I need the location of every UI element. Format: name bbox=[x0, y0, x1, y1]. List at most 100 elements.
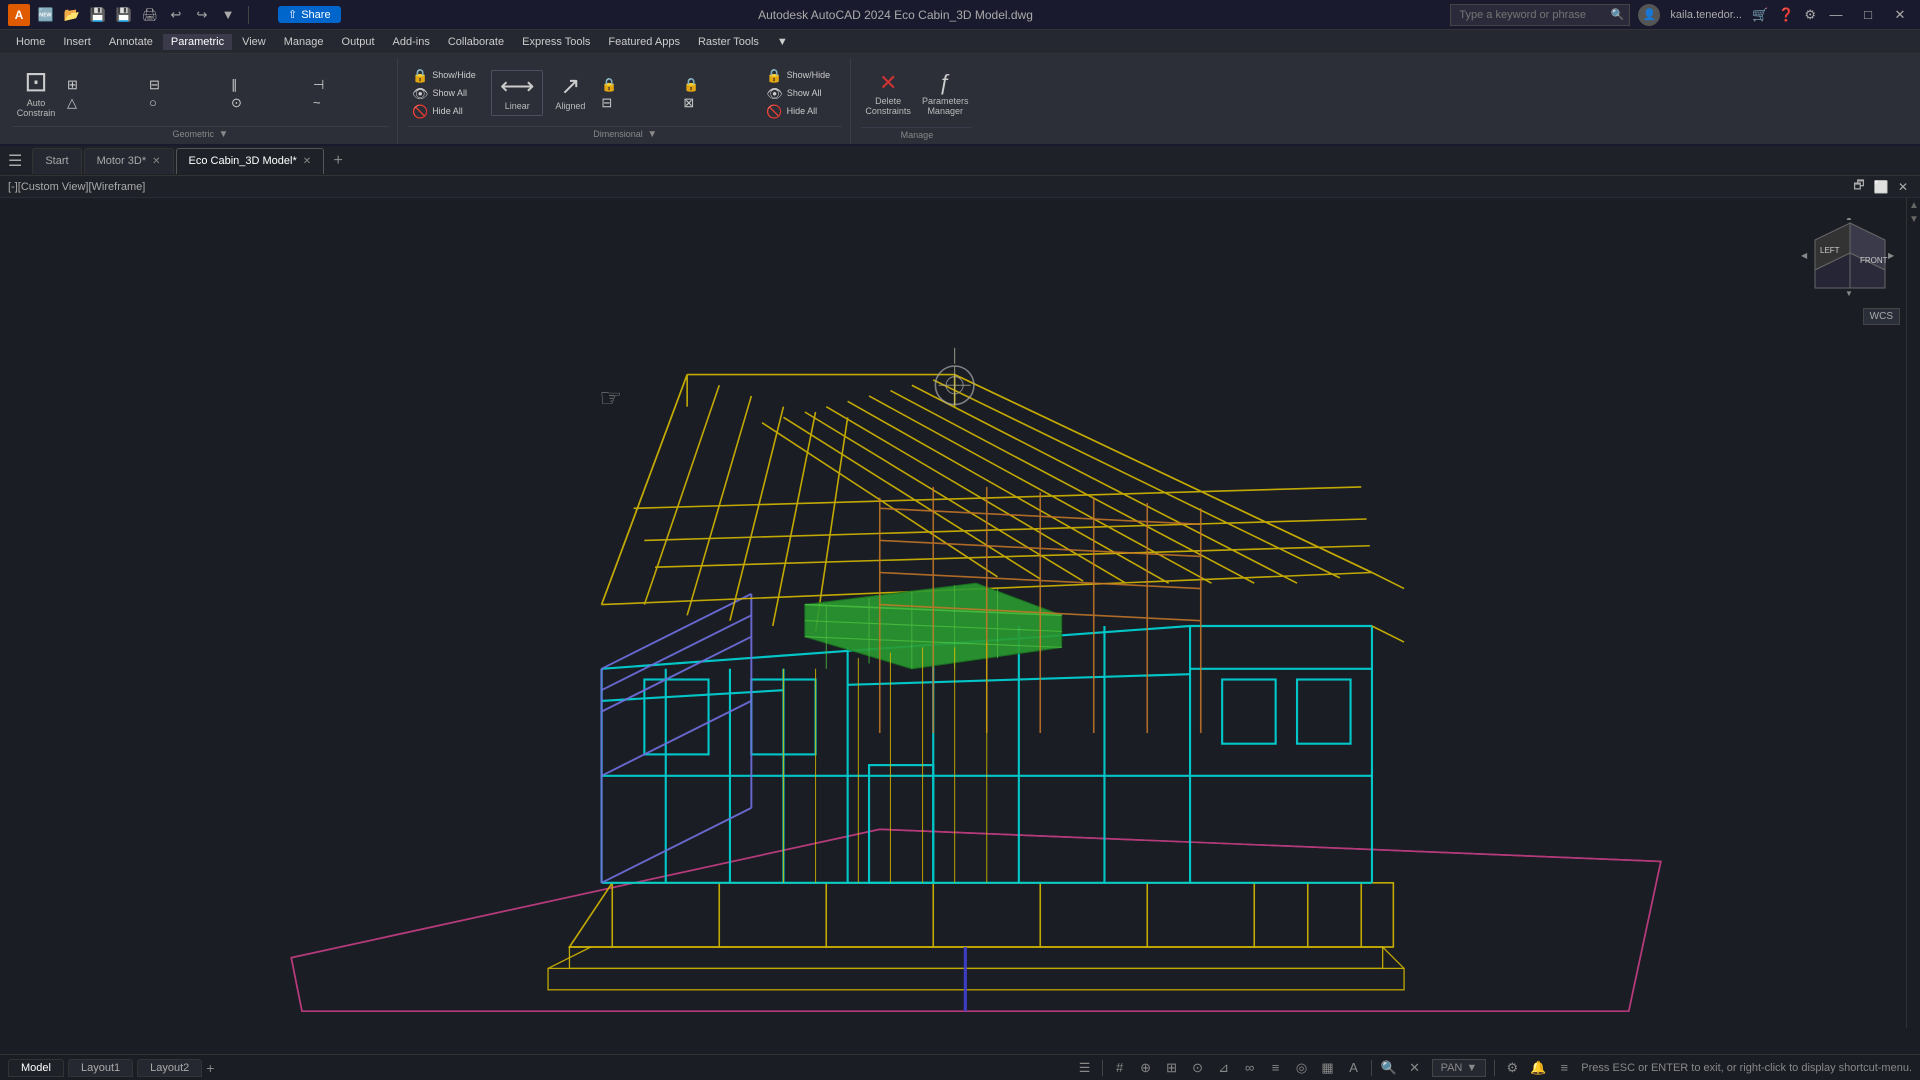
dimensional-expand-icon[interactable]: ▼ bbox=[647, 129, 657, 140]
ribbon-manage-buttons: ✕ DeleteConstraints ƒ ParametersManager bbox=[861, 60, 972, 127]
ribbon-dim-r3[interactable]: ⊟ bbox=[597, 94, 677, 111]
tab-motor3d-close[interactable]: ✕ bbox=[152, 156, 160, 167]
tab-motor3d[interactable]: Motor 3D* ✕ bbox=[84, 148, 174, 174]
qat-redo[interactable]: ↪ bbox=[192, 5, 212, 25]
pan-control[interactable]: PAN ▼ bbox=[1432, 1059, 1487, 1077]
search-filter-icon[interactable]: 🔍 bbox=[1380, 1059, 1398, 1077]
auto-constrain-icon: ⊡ bbox=[24, 68, 47, 96]
status-polar-icon[interactable]: ⊙ bbox=[1189, 1059, 1207, 1077]
ribbon-showall1[interactable]: 👁 Show All bbox=[408, 85, 488, 102]
view-restore[interactable]: 🗗 bbox=[1850, 178, 1868, 196]
status-workspace-icon[interactable]: ⚙ bbox=[1503, 1059, 1521, 1077]
status-grid-icon[interactable]: # bbox=[1111, 1059, 1129, 1077]
ribbon-geo-btn7[interactable]: ⊙ bbox=[227, 94, 307, 111]
qat-print[interactable]: 🖨 bbox=[140, 5, 160, 25]
ribbon-aligned[interactable]: ↗ Aligned bbox=[546, 73, 594, 113]
menu-output[interactable]: Output bbox=[334, 34, 383, 50]
status-more-icon[interactable]: ≡ bbox=[1555, 1059, 1573, 1077]
qat-open[interactable]: 📂 bbox=[62, 5, 82, 25]
close-button[interactable]: ✕ bbox=[1888, 5, 1912, 25]
menu-featuredapps[interactable]: Featured Apps bbox=[600, 34, 688, 50]
ribbon-showhide1[interactable]: 🔒 Show/Hide bbox=[408, 67, 488, 84]
ribbon-geo-btn8[interactable]: ~ bbox=[309, 94, 389, 111]
shopping-icon[interactable]: 🛒 bbox=[1752, 7, 1768, 23]
menu-rastertools[interactable]: Raster Tools bbox=[690, 34, 767, 50]
status-transparency-icon[interactable]: ◎ bbox=[1293, 1059, 1311, 1077]
status-otrack-icon[interactable]: ∞ bbox=[1241, 1059, 1259, 1077]
canvas-area[interactable]: ☞ FRONT LEFT ▲ ▶ ▼ ◀ WCS bbox=[0, 198, 1920, 1054]
ribbon-geo-btn4[interactable]: ⊣ bbox=[309, 76, 389, 93]
qat-dropdown[interactable]: ▼ bbox=[218, 5, 238, 25]
scroll-down-arrow[interactable]: ▼ bbox=[1907, 212, 1920, 226]
menu-insert[interactable]: Insert bbox=[55, 34, 99, 50]
settings-icon[interactable]: ⚙ bbox=[1804, 7, 1816, 23]
viewlabel: [-][Custom View][Wireframe] 🗗 ⬜ ✕ bbox=[0, 176, 1920, 198]
menu-annotate[interactable]: Annotate bbox=[101, 34, 161, 50]
status-selection-icon[interactable]: ▦ bbox=[1319, 1059, 1337, 1077]
ribbon-auto-constrain[interactable]: ⊡ AutoConstrain bbox=[12, 66, 60, 120]
user-avatar[interactable]: 👤 bbox=[1638, 4, 1660, 26]
ribbon-showall2[interactable]: 👁 Show All bbox=[762, 85, 842, 102]
ribbon-geo-btn3[interactable]: ∥ bbox=[227, 76, 307, 93]
qat-save[interactable]: 💾 bbox=[88, 5, 108, 25]
tab-ecocabin-close[interactable]: ✕ bbox=[303, 156, 311, 167]
view-maximize[interactable]: ⬜ bbox=[1872, 178, 1890, 196]
ribbon-hideall2[interactable]: 🚫 Hide All bbox=[762, 103, 842, 120]
view-close-viewport[interactable]: ✕ bbox=[1894, 178, 1912, 196]
layout1-tab[interactable]: Layout1 bbox=[68, 1059, 133, 1077]
menu-addins[interactable]: Add-ins bbox=[385, 34, 438, 50]
menu-more[interactable]: ▼ bbox=[769, 34, 796, 50]
ribbon-delete-constraints[interactable]: ✕ DeleteConstraints bbox=[861, 70, 915, 118]
share-button[interactable]: ⇧ Share bbox=[278, 6, 341, 23]
scroll-up-arrow[interactable]: ▲ bbox=[1907, 198, 1920, 212]
status-notifications-icon[interactable]: 🔔 bbox=[1529, 1059, 1547, 1077]
qat-undo[interactable]: ↩ bbox=[166, 5, 186, 25]
menu-home[interactable]: Home bbox=[8, 34, 53, 50]
status-annoscale-icon[interactable]: A bbox=[1345, 1059, 1363, 1077]
geometric-expand-icon[interactable]: ▼ bbox=[219, 129, 229, 140]
ribbon-dim-r1[interactable]: 🔒 bbox=[597, 76, 677, 93]
menu-parametric[interactable]: Parametric bbox=[163, 34, 232, 50]
search-input[interactable] bbox=[1450, 4, 1630, 26]
status-model-icon[interactable]: ☰ bbox=[1076, 1059, 1094, 1077]
layout-add-button[interactable]: + bbox=[206, 1060, 214, 1076]
menu-expresstools[interactable]: Express Tools bbox=[514, 34, 598, 50]
ribbon-dim-r2[interactable]: 🔒 bbox=[679, 76, 759, 93]
hamburger-menu[interactable]: ☰ bbox=[8, 151, 22, 171]
ribbon-linear[interactable]: ⟷ Linear bbox=[491, 70, 543, 116]
right-scrollbar[interactable]: ▲ ▼ bbox=[1906, 198, 1920, 1028]
tab-ecocabin[interactable]: Eco Cabin_3D Model* ✕ bbox=[176, 148, 325, 174]
menu-collaborate[interactable]: Collaborate bbox=[440, 34, 512, 50]
ribbon-geo-btn6[interactable]: ○ bbox=[145, 94, 225, 111]
ribbon-hideall1[interactable]: 🚫 Hide All bbox=[408, 103, 488, 120]
qat-saveas[interactable]: 💾 bbox=[114, 5, 134, 25]
qat-new[interactable]: 🆕 bbox=[36, 5, 56, 25]
username-label[interactable]: kaila.tenedor... bbox=[1670, 9, 1742, 21]
minimize-button[interactable]: — bbox=[1824, 5, 1848, 25]
status-snap-icon[interactable]: ⊕ bbox=[1137, 1059, 1155, 1077]
autocad-icon[interactable]: A bbox=[8, 4, 30, 26]
ribbon-geo-btn1[interactable]: ⊞ bbox=[63, 76, 143, 93]
help-icon[interactable]: ❓ bbox=[1778, 7, 1794, 23]
tab-add-button[interactable]: + bbox=[326, 149, 350, 173]
model-tab[interactable]: Model bbox=[8, 1059, 64, 1077]
layout2-tab[interactable]: Layout2 bbox=[137, 1059, 202, 1077]
ribbon-dim-r4[interactable]: ⊠ bbox=[679, 94, 759, 111]
menu-view[interactable]: View bbox=[234, 34, 274, 50]
tab-start[interactable]: Start bbox=[32, 148, 81, 174]
pan-dropdown-icon[interactable]: ▼ bbox=[1466, 1062, 1477, 1074]
ribbon-parameters-manager[interactable]: ƒ ParametersManager bbox=[918, 70, 973, 118]
ribbon: ⊡ AutoConstrain ⊞ ⊟ ∥ ⊣ △ ○ ⊙ ~ Geometr bbox=[0, 54, 1920, 146]
status-ortho-icon[interactable]: ⊞ bbox=[1163, 1059, 1181, 1077]
maximize-button[interactable]: □ bbox=[1856, 5, 1880, 25]
titlebar-left: A 🆕 📂 💾 💾 🖨 ↩ ↪ ▼ ⇧ Share bbox=[8, 4, 341, 26]
ribbon-showhide2[interactable]: 🔒 Show/Hide bbox=[762, 67, 842, 84]
viewport-cube[interactable]: FRONT LEFT ▲ ▶ ▼ ◀ bbox=[1800, 218, 1900, 298]
menu-manage[interactable]: Manage bbox=[276, 34, 332, 50]
wcs-badge[interactable]: WCS bbox=[1863, 308, 1900, 325]
status-osnap-icon[interactable]: ⊿ bbox=[1215, 1059, 1233, 1077]
status-lineweight-icon[interactable]: ≡ bbox=[1267, 1059, 1285, 1077]
status-x-icon[interactable]: ✕ bbox=[1406, 1059, 1424, 1077]
ribbon-geo-btn5[interactable]: △ bbox=[63, 94, 143, 111]
ribbon-geo-btn2[interactable]: ⊟ bbox=[145, 76, 225, 93]
